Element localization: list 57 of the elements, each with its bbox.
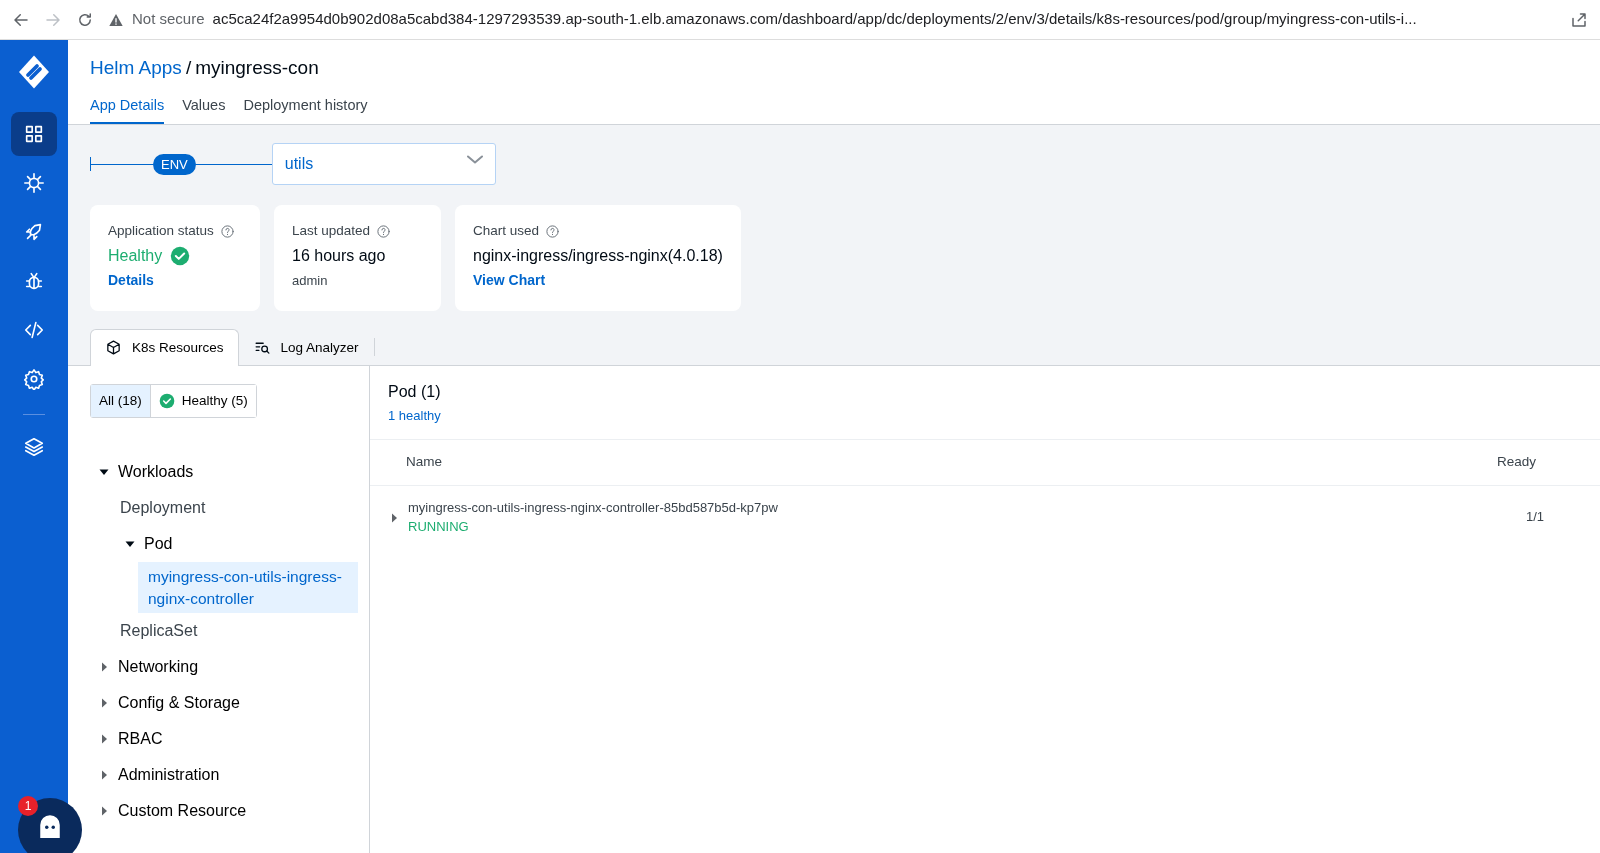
env-badge: ENV [153,153,196,175]
help-icon[interactable] [545,223,561,239]
breadcrumb-link[interactable]: Helm Apps [90,57,182,78]
tree-item[interactable]: Administration [90,757,220,794]
column-header: Ready [1496,453,1536,472]
settings-icon [23,368,45,390]
card-link[interactable]: View Chart [473,269,546,291]
healthy-count: 1 healthy [370,403,1600,441]
tab[interactable]: App Details [90,94,165,125]
tree-item[interactable]: Config & Storage [90,685,240,722]
grid-icon [23,123,45,145]
pod-status: RUNNING [408,518,470,536]
filter-button[interactable]: Healthy (5) [149,384,256,417]
bug-icon [23,270,45,292]
tab[interactable]: Values [182,94,226,125]
help-icon[interactable] [376,223,392,239]
updated-by: admin [292,271,329,290]
tree-item[interactable]: Custom Resource [90,793,247,830]
pod-name[interactable]: myingress-con-utils-ingress-nginx-controller-85bd587b5d-kp7pw [408,497,1526,517]
filter-button[interactable]: All (18) [91,384,150,417]
column-header: Name [406,453,442,472]
notification-badge: 1 [18,796,38,816]
tree-item[interactable]: Deployment [116,490,206,526]
app-logo-icon [16,54,52,90]
tree-item[interactable]: myingress-con-utils-ingress-nginx-controller [138,562,358,614]
card-value: 16 hours ago [292,245,386,266]
code-icon [23,319,45,341]
tree-item[interactable]: Networking [90,649,199,686]
tree-item[interactable]: Pod [116,526,173,562]
tree-item[interactable]: ReplicaSet [116,613,198,650]
ready-count: 1/1 [1525,508,1544,527]
breadcrumb-separator: / [185,57,192,78]
resource-tab[interactable]: K8s Resources [90,328,239,366]
card-title: Chart used [473,222,540,241]
resource-tab[interactable]: Log Analyzer [238,328,374,366]
share-icon[interactable] [1570,10,1588,29]
environment-select[interactable]: utils [271,143,496,186]
tree-item[interactable]: RBAC [90,721,163,758]
card-title: Application status [108,222,214,241]
layers-icon [23,436,45,458]
chevron-down-icon [466,155,483,165]
cube-icon [105,339,122,357]
security-label: Not secure [132,9,205,30]
card-value: Healthy [108,245,163,266]
check-circle-icon [170,245,191,266]
tab[interactable]: Deployment history [243,94,368,125]
reload-icon[interactable] [76,10,94,29]
panel-title: Pod (1) [387,381,442,402]
card-link[interactable]: Details [108,269,154,291]
url-text[interactable]: ac5ca24f2a9954d0b902d08a5cabd384-1297293539.ap-south-1.elb.amazonaws.com/dashboard/app/dc/deployments/2/env/3/details/k8s-resources/pod/group/myingress-con-utils-i... [212,8,1417,31]
sidebar-button[interactable] [11,112,57,156]
app-name: myingress-con [195,57,319,78]
card-title: Last updated [292,222,371,241]
helm-wheel-icon [23,172,45,194]
card-value: nginx-ingress/ingress-nginx(4.0.18) [473,245,723,266]
tree-item[interactable]: Workloads [90,454,194,490]
help-icon[interactable] [219,223,235,239]
